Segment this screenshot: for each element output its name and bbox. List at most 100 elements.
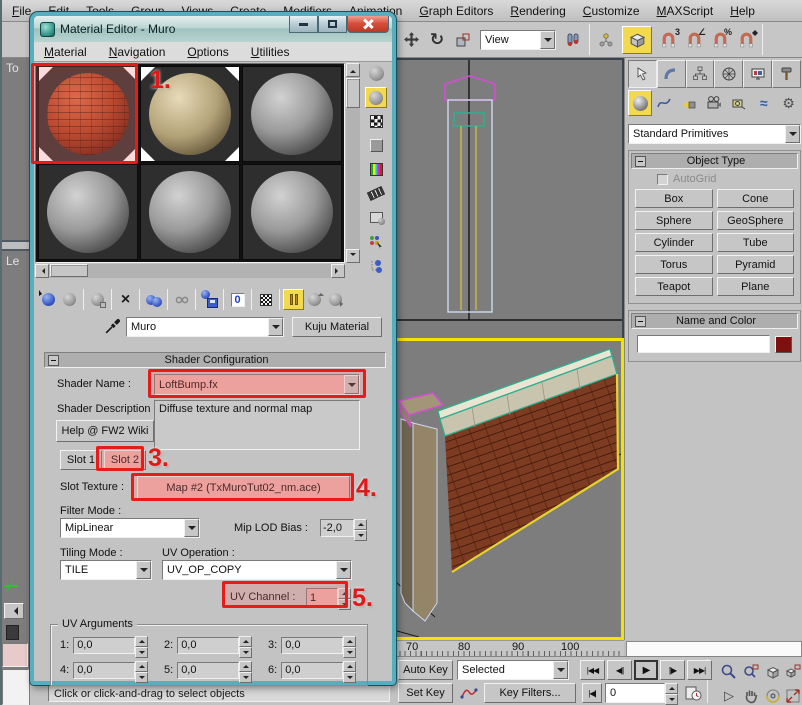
time-slider-left-button[interactable] bbox=[4, 603, 24, 619]
shader-name-dropdown[interactable]: LoftBump.fx bbox=[154, 374, 360, 395]
object-color-swatch[interactable] bbox=[775, 336, 792, 353]
sample-type-icon[interactable] bbox=[365, 63, 387, 84]
sample-slot-6[interactable] bbox=[242, 164, 342, 260]
uv-arg-1-spinner[interactable] bbox=[135, 636, 148, 653]
assign-material-to-selection-icon[interactable] bbox=[87, 289, 108, 310]
uv-arg-2-spinner[interactable] bbox=[239, 636, 252, 653]
key-mode-curve-icon[interactable] bbox=[458, 683, 480, 703]
make-preview-icon[interactable] bbox=[365, 183, 387, 204]
key-step-toggle[interactable]: |◀| bbox=[582, 683, 602, 703]
select-scale-icon[interactable] bbox=[450, 27, 476, 53]
material-editor-titlebar[interactable]: Material Editor - Muro bbox=[34, 16, 392, 42]
perspective-viewport[interactable] bbox=[394, 338, 624, 640]
frame-spinner[interactable] bbox=[665, 683, 678, 703]
spinner-snap-icon[interactable] bbox=[733, 27, 759, 53]
video-color-check-icon[interactable] bbox=[365, 159, 387, 180]
selection-filter-dropdown[interactable]: Selected bbox=[457, 660, 569, 680]
set-key-button[interactable]: Set Key bbox=[398, 683, 453, 703]
macro-recorder-strip[interactable] bbox=[2, 643, 28, 667]
uv-arg-6-field[interactable]: 0,0 bbox=[281, 662, 343, 679]
uv-arg-1-field[interactable]: 0,0 bbox=[73, 637, 135, 654]
time-tag-area[interactable] bbox=[626, 641, 802, 656]
slot2-tab[interactable]: Slot 2 bbox=[104, 450, 146, 470]
sample-horizontal-scrollbar[interactable] bbox=[35, 264, 345, 278]
category-helpers[interactable] bbox=[726, 90, 751, 116]
tab-hierarchy[interactable] bbox=[686, 60, 715, 88]
object-type-rollout-header[interactable]: Object Type bbox=[631, 153, 798, 169]
reset-map-icon[interactable]: × bbox=[115, 289, 136, 310]
time-configuration-icon[interactable] bbox=[682, 683, 704, 703]
auto-key-button[interactable]: Auto Key bbox=[398, 660, 453, 680]
tube-button[interactable]: Tube bbox=[717, 233, 795, 252]
maxscript-mini-listener[interactable] bbox=[2, 669, 29, 705]
plane-button[interactable]: Plane bbox=[717, 277, 795, 296]
show-map-in-viewport-icon[interactable] bbox=[255, 289, 276, 310]
sample-vertical-scrollbar[interactable] bbox=[346, 63, 360, 263]
put-material-to-scene-icon[interactable] bbox=[59, 289, 80, 310]
geosphere-button[interactable]: GeoSphere bbox=[717, 211, 795, 230]
use-center-icon[interactable] bbox=[560, 27, 586, 53]
sphere-button[interactable]: Sphere bbox=[635, 211, 713, 230]
slot-texture-button[interactable]: Map #2 (TxMuroTut02_nm.ace) bbox=[137, 476, 350, 499]
frame-number-field[interactable]: 0 bbox=[605, 683, 665, 703]
help-fw2-wiki-button[interactable]: Help @ FW2 Wiki bbox=[56, 420, 154, 442]
tiling-mode-dropdown[interactable]: TILE bbox=[60, 560, 152, 580]
zoom-extents-all-icon[interactable] bbox=[780, 659, 802, 685]
sample-slot-3[interactable] bbox=[242, 66, 342, 162]
sample-uv-tiling-icon[interactable] bbox=[365, 135, 387, 156]
pillar-front-face[interactable] bbox=[413, 423, 437, 621]
tab-create[interactable] bbox=[628, 60, 657, 88]
snap-3d-icon[interactable]: 3 bbox=[655, 27, 681, 53]
top-viewport[interactable] bbox=[394, 58, 624, 338]
select-rotate-icon[interactable]: ↻ bbox=[424, 27, 450, 53]
uv-channel-spinner[interactable] bbox=[338, 588, 351, 607]
make-unique-icon[interactable] bbox=[171, 289, 192, 310]
uv-arg-3-spinner[interactable] bbox=[343, 636, 356, 653]
show-end-result-icon[interactable] bbox=[283, 289, 304, 310]
category-systems[interactable]: ⚙ bbox=[776, 90, 801, 116]
go-to-end-button[interactable]: ▶▶| bbox=[687, 660, 712, 680]
menu-navigation[interactable]: Navigation bbox=[109, 45, 166, 59]
menu-rendering[interactable]: Rendering bbox=[510, 4, 565, 18]
mip-lod-bias-spinner[interactable] bbox=[354, 519, 367, 537]
teapot-button[interactable]: Teapot bbox=[635, 277, 713, 296]
category-shapes[interactable] bbox=[652, 90, 677, 116]
category-cameras[interactable] bbox=[702, 90, 727, 116]
uv-arg-2-field[interactable]: 0,0 bbox=[177, 637, 239, 654]
mip-lod-bias-field[interactable]: -2,0 bbox=[320, 519, 354, 537]
next-frame-button[interactable]: ||▶ bbox=[660, 660, 685, 680]
menu-material[interactable]: Material bbox=[44, 45, 87, 59]
previous-frame-button[interactable]: ◀|| bbox=[607, 660, 632, 680]
sample-slot-muro[interactable] bbox=[38, 66, 138, 162]
filter-mode-dropdown[interactable]: MipLinear bbox=[60, 518, 200, 538]
select-by-material-icon[interactable] bbox=[365, 231, 387, 252]
select-move-icon[interactable] bbox=[398, 27, 424, 53]
backlight-icon[interactable] bbox=[365, 87, 387, 108]
select-manipulate-icon[interactable] bbox=[593, 27, 619, 53]
material-id-channel-icon[interactable]: 0 bbox=[227, 289, 248, 310]
shader-configuration-header[interactable]: Shader Configuration bbox=[44, 352, 386, 368]
uv-operation-dropdown[interactable]: UV_OP_COPY bbox=[162, 560, 352, 580]
uv-arg-5-spinner[interactable] bbox=[239, 661, 252, 678]
torus-button[interactable]: Torus bbox=[635, 255, 713, 274]
track-bar[interactable]: 70 80 90 100 bbox=[394, 640, 624, 656]
percent-snap-icon[interactable]: % bbox=[707, 27, 733, 53]
uv-arg-3-field[interactable]: 0,0 bbox=[281, 637, 343, 654]
tab-utilities[interactable] bbox=[772, 60, 801, 88]
tab-display[interactable] bbox=[743, 60, 772, 88]
box-button[interactable]: Box bbox=[635, 189, 713, 208]
selection-lock-icon[interactable] bbox=[6, 625, 19, 640]
dropdown-arrow-icon[interactable] bbox=[540, 31, 555, 49]
menu-customize[interactable]: Customize bbox=[583, 4, 640, 18]
menu-utilities[interactable]: Utilities bbox=[251, 45, 290, 59]
object-name-field[interactable] bbox=[637, 335, 770, 353]
tab-modify[interactable] bbox=[657, 60, 686, 88]
get-material-icon[interactable] bbox=[38, 289, 59, 310]
angle-snap-icon[interactable]: ∠ bbox=[681, 27, 707, 53]
menu-file[interactable]: File bbox=[12, 4, 31, 18]
menu-maxscript[interactable]: MAXScript bbox=[657, 4, 714, 18]
category-lights[interactable] bbox=[677, 90, 702, 116]
primitives-dropdown[interactable]: Standard Primitives bbox=[628, 124, 801, 144]
minimize-button[interactable] bbox=[289, 16, 318, 33]
material-name-dropdown[interactable]: Muro bbox=[126, 317, 284, 337]
